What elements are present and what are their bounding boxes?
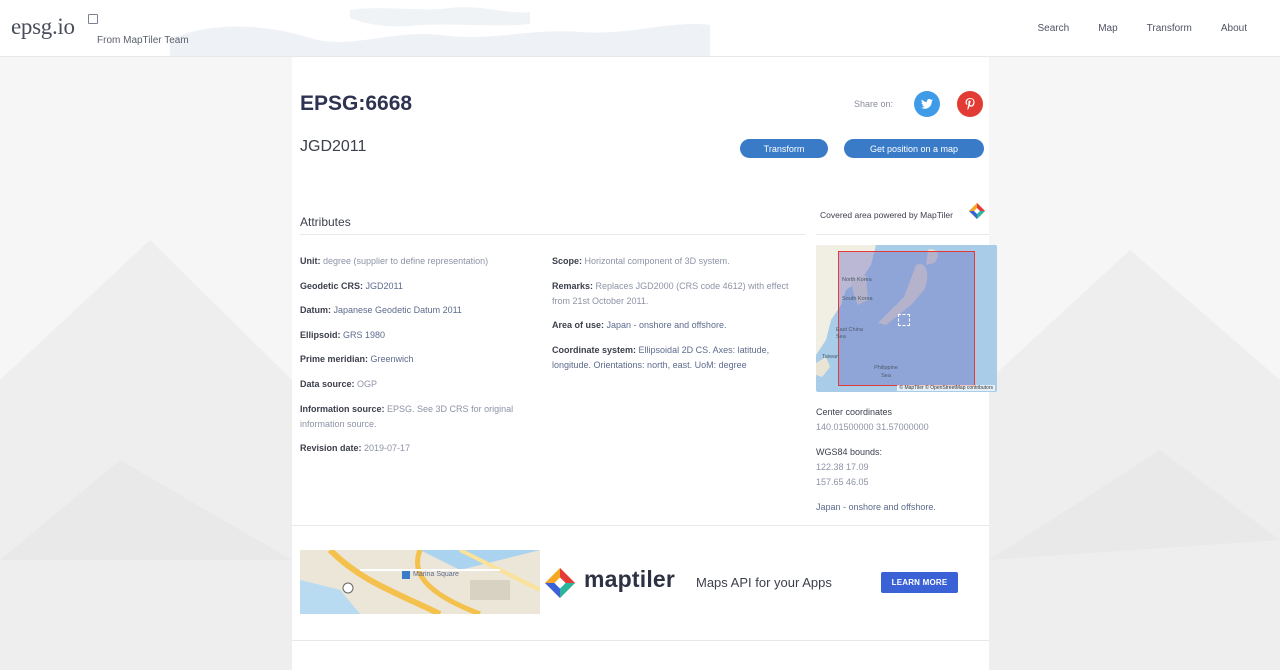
ad-tagline: Maps API for your Apps [696,575,832,590]
maptiler-logo-icon [969,203,985,219]
nav-about[interactable]: About [1221,23,1247,34]
attr-unit: Unit: degree (supplier to define represe… [300,254,525,269]
attr-value[interactable]: degree (supplier to define representatio… [323,256,488,266]
map-label: South Korea [842,296,873,302]
divider [292,525,989,526]
wgs84-bounds-label: WGS84 bounds: [816,447,883,457]
map-attribution[interactable]: © MapTiler © OpenStreetMap contributors [897,385,995,391]
get-position-button[interactable]: Get position on a map [844,139,984,158]
attr-value[interactable]: Greenwich [371,354,414,364]
attr-label: Prime meridian: [300,354,369,364]
attr-label: Coordinate system: [552,345,637,355]
nav-search[interactable]: Search [1038,23,1070,34]
attr-data-source: Data source: OGP [300,377,525,392]
ad-map-image [300,550,540,614]
map-label: East China Sea [836,327,863,340]
attr-coordinate-system: Coordinate system: Ellipsoidal 2D CS. Ax… [552,343,802,373]
learn-more-button[interactable]: LEARN MORE [881,572,958,593]
attributes-heading: Attributes [300,215,351,229]
map-label: Taiwan [822,354,840,360]
maptiler-ad-banner[interactable]: Marina Square maptiler Maps API for your… [300,550,978,614]
pinterest-icon [965,98,975,110]
pinterest-share-button[interactable] [957,91,983,117]
center-coordinates-label: Center coordinates [816,407,893,417]
attr-label: Ellipsoid: [300,330,341,340]
header-world-map [170,7,710,56]
ad-brand: maptiler [584,566,676,592]
main-nav: Search Map Transform About [1038,23,1247,34]
attr-ellipsoid: Ellipsoid: GRS 1980 [300,328,525,343]
attr-prime-meridian: Prime meridian: Greenwich [300,352,525,367]
attr-value[interactable]: Japan - onshore and offshore. [607,320,727,330]
attr-label: Remarks: [552,281,594,291]
share-label: Share on: [854,99,894,109]
attr-value: 2019-07-17 [364,443,411,453]
attr-scope: Scope: Horizontal component of 3D system… [552,254,802,269]
maptiler-logo-icon [545,568,575,598]
page-title: EPSG:6668 [300,92,413,115]
attr-value[interactable]: GRS 1980 [343,330,385,340]
attr-value[interactable]: OGP [357,379,377,389]
attr-value[interactable]: JGD2011 [366,281,403,291]
attr-label: Data source: [300,379,355,389]
attr-geodetic-crs: Geodetic CRS: JGD2011 [300,279,525,294]
attr-label: Area of use: [552,320,605,330]
attr-label: Information source: [300,404,385,414]
attr-information-source: Information source: EPSG. See 3D CRS for… [300,402,525,432]
site-logo[interactable]: epsg.io [11,14,75,40]
logo-subtitle[interactable]: From MapTiler Team [97,35,189,46]
area-of-use-text[interactable]: Japan - onshore and offshore. [816,500,936,515]
twitter-icon [921,99,933,109]
map-label: Philippine Sea [874,365,898,379]
center-marker-icon [898,314,910,326]
divider [292,640,989,641]
ad-map-label: Marina Square [413,571,459,578]
attr-area-of-use: Area of use: Japan - onshore and offshor… [552,318,802,333]
attr-label: Geodetic CRS: [300,281,364,291]
attr-label: Scope: [552,256,583,266]
attr-label: Unit: [300,256,321,266]
attr-label: Datum: [300,305,331,315]
attr-remarks: Remarks: Replaces JGD2000 (CRS code 4612… [552,279,802,309]
wgs84-bounds-value: 157.65 46.05 [816,477,869,487]
attr-datum: Datum: Japanese Geodetic Datum 2011 [300,303,525,318]
top-header: epsg.io From MapTiler Team Search Map Tr… [0,0,1280,57]
twitter-share-button[interactable] [914,91,940,117]
crs-name: JGD2011 [300,138,367,155]
coverage-map[interactable]: North Korea South Korea East China Sea T… [816,245,997,392]
transform-button[interactable]: Transform [740,139,828,158]
attr-label: Revision date: [300,443,362,453]
coverage-label: Covered area powered by MapTiler [820,210,953,220]
wgs84-bounds-value: 122.38 17.09 [816,462,869,472]
divider [300,234,805,235]
nav-map[interactable]: Map [1098,23,1117,34]
nav-transform[interactable]: Transform [1147,23,1192,34]
attr-value[interactable]: Japanese Geodetic Datum 2011 [334,305,462,315]
crs-card: EPSG:6668 JGD2011 Share on: Transform Ge… [292,57,997,670]
attr-revision-date: Revision date: 2019-07-17 [300,441,525,456]
center-coordinates-value: 140.01500000 31.57000000 [816,422,929,432]
divider [816,234,989,235]
map-label: North Korea [842,277,872,283]
external-link-icon [88,14,98,24]
attr-value: Horizontal component of 3D system. [584,256,730,266]
